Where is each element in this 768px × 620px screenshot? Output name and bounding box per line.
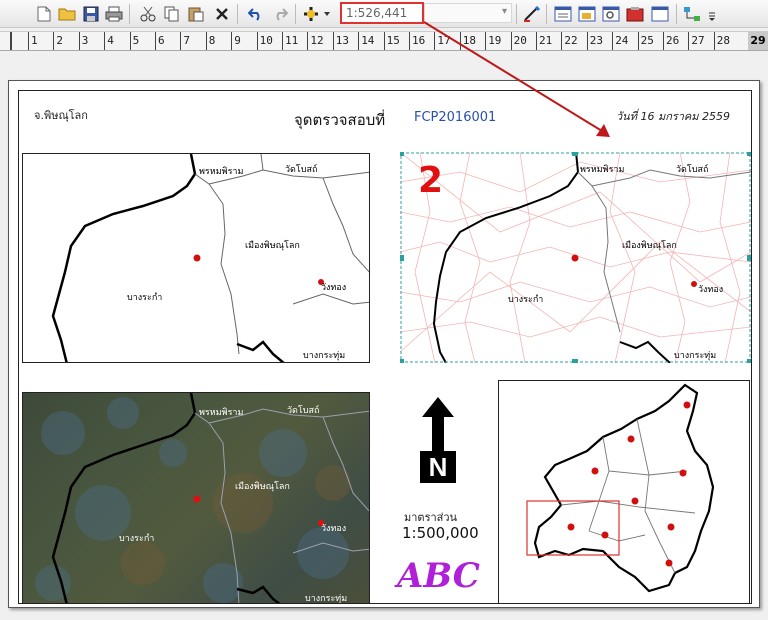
annotation-arrow	[423, 21, 610, 137]
